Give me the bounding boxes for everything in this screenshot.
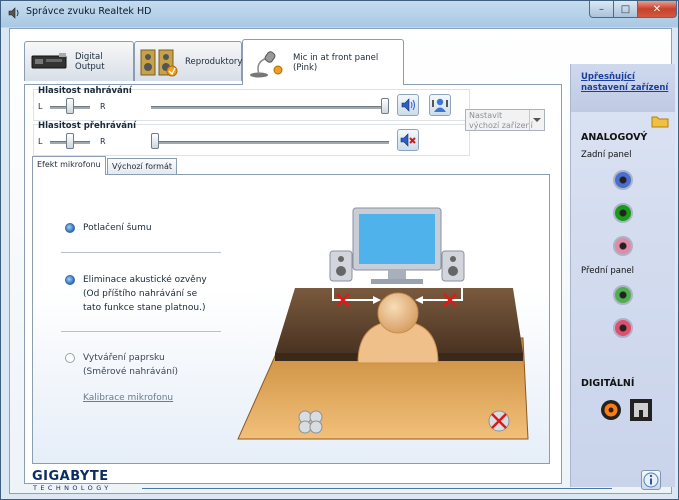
advanced-device-settings-link[interactable]: Upřesňující nastavení zařízení [581, 72, 668, 94]
close-button[interactable]: ✕ [637, 1, 677, 18]
set-default-device-button[interactable]: Nastavit výchozí zařízení [465, 109, 545, 131]
rear-panel-label: Zadní panel [581, 150, 632, 160]
front-panel-label: Přední panel [581, 266, 634, 276]
playback-volume-thumb[interactable] [151, 133, 159, 149]
gigabyte-tagline: TECHNOLOGY [33, 484, 112, 492]
balance-right-label: R [100, 102, 106, 111]
coaxial-output-icon[interactable] [599, 398, 623, 422]
minimize-button[interactable]: – [589, 1, 614, 18]
front-jack-pink[interactable] [613, 318, 633, 338]
calibrate-microphone-link[interactable]: Kalibrace mikrofonu [83, 393, 173, 403]
noise-suppression-toggle[interactable] [65, 223, 75, 233]
playback-volume-label: Hlasitost přehrávání [38, 121, 136, 131]
noise-suppression-label: Potlačení šumu [83, 223, 152, 233]
tab-digital-output[interactable]: Digital Output [24, 41, 134, 81]
recording-balance-thumb[interactable] [66, 98, 74, 114]
window-frame: Správce zvuku Realtek HD – □ ✕ Digital O… [0, 0, 679, 500]
rear-jack-green[interactable] [613, 203, 633, 223]
info-button[interactable] [641, 470, 661, 490]
microphone-icon [250, 50, 283, 77]
tab-default-format[interactable]: Výchozí formát [107, 158, 178, 174]
advanced-settings-area: Upřesňující nastavení zařízení [571, 64, 675, 112]
speaker-on-icon [401, 98, 415, 112]
balance-left-label: L [38, 102, 43, 111]
mic-effect-panel: Potlačení šumu Eliminace akustické ozvěn… [32, 174, 550, 464]
rear-jack-blue[interactable] [613, 170, 633, 190]
mic-effect-illustration [237, 207, 529, 440]
balance-right-label: R [100, 137, 106, 146]
tab-label: Reproduktory [185, 56, 243, 67]
title-bar[interactable]: Správce zvuku Realtek HD – □ ✕ [1, 1, 678, 25]
balance-left-label: L [38, 137, 43, 146]
tab-speakers[interactable]: Reproduktory [134, 41, 242, 81]
client-area: Digital Output Reproduktory Mic in at fr… [9, 28, 675, 494]
echo-cancellation-label: Eliminace akustické ozvěny (Od příštího … [83, 275, 207, 313]
beamforming-label: Vytváření paprsku (Směrové nahrávání) [83, 353, 178, 377]
tab-mic-front-panel[interactable]: Mic in at front panel (Pink) [242, 39, 404, 85]
default-device-line1: Nastavit [469, 111, 503, 120]
window-title: Správce zvuku Realtek HD [26, 6, 152, 17]
recording-mute-button[interactable] [397, 94, 419, 116]
folder-icon[interactable] [651, 114, 669, 128]
front-jack-green[interactable] [613, 285, 633, 305]
user-speaker-icon [432, 98, 448, 112]
analog-heading: ANALOGOVÝ [581, 132, 648, 143]
maximize-button[interactable]: □ [613, 1, 638, 18]
recording-volume-label: Hlasitost nahrávání [38, 86, 132, 96]
info-icon [643, 472, 659, 488]
bottom-divider [142, 488, 612, 489]
digital-output-device-icon [31, 52, 67, 68]
recording-volume-track[interactable] [151, 106, 389, 109]
speakers-icon [140, 49, 178, 76]
recording-volume-thumb[interactable] [381, 98, 389, 114]
playback-mute-button[interactable] [397, 129, 419, 151]
gigabyte-logo: GIGABYTE [32, 469, 109, 484]
echo-cancellation-toggle[interactable] [65, 275, 75, 285]
chevron-down-icon [533, 118, 541, 122]
dropdown-arrow[interactable] [529, 110, 544, 130]
divider [61, 252, 221, 253]
tab-label: Mic in at front panel (Pink) [293, 52, 379, 73]
playback-volume-track[interactable] [151, 141, 389, 144]
tab-label: Digital Output [75, 51, 105, 72]
default-device-line2: výchozí zařízení [469, 121, 533, 130]
recording-monitor-button[interactable] [429, 94, 451, 116]
tab-mic-effect[interactable]: Efekt mikrofonu [32, 156, 106, 175]
rear-jack-pink[interactable] [613, 236, 633, 256]
optical-output-icon[interactable] [629, 398, 653, 422]
beamforming-toggle[interactable] [65, 353, 75, 363]
digital-heading: DIGITÁLNÍ [581, 378, 635, 389]
divider [61, 331, 221, 332]
playback-balance-thumb[interactable] [66, 133, 74, 149]
connector-panel: Upřesňující nastavení zařízení ANALOGOVÝ… [570, 64, 675, 487]
speaker-muted-icon [400, 133, 416, 147]
speaker-icon [8, 7, 19, 19]
